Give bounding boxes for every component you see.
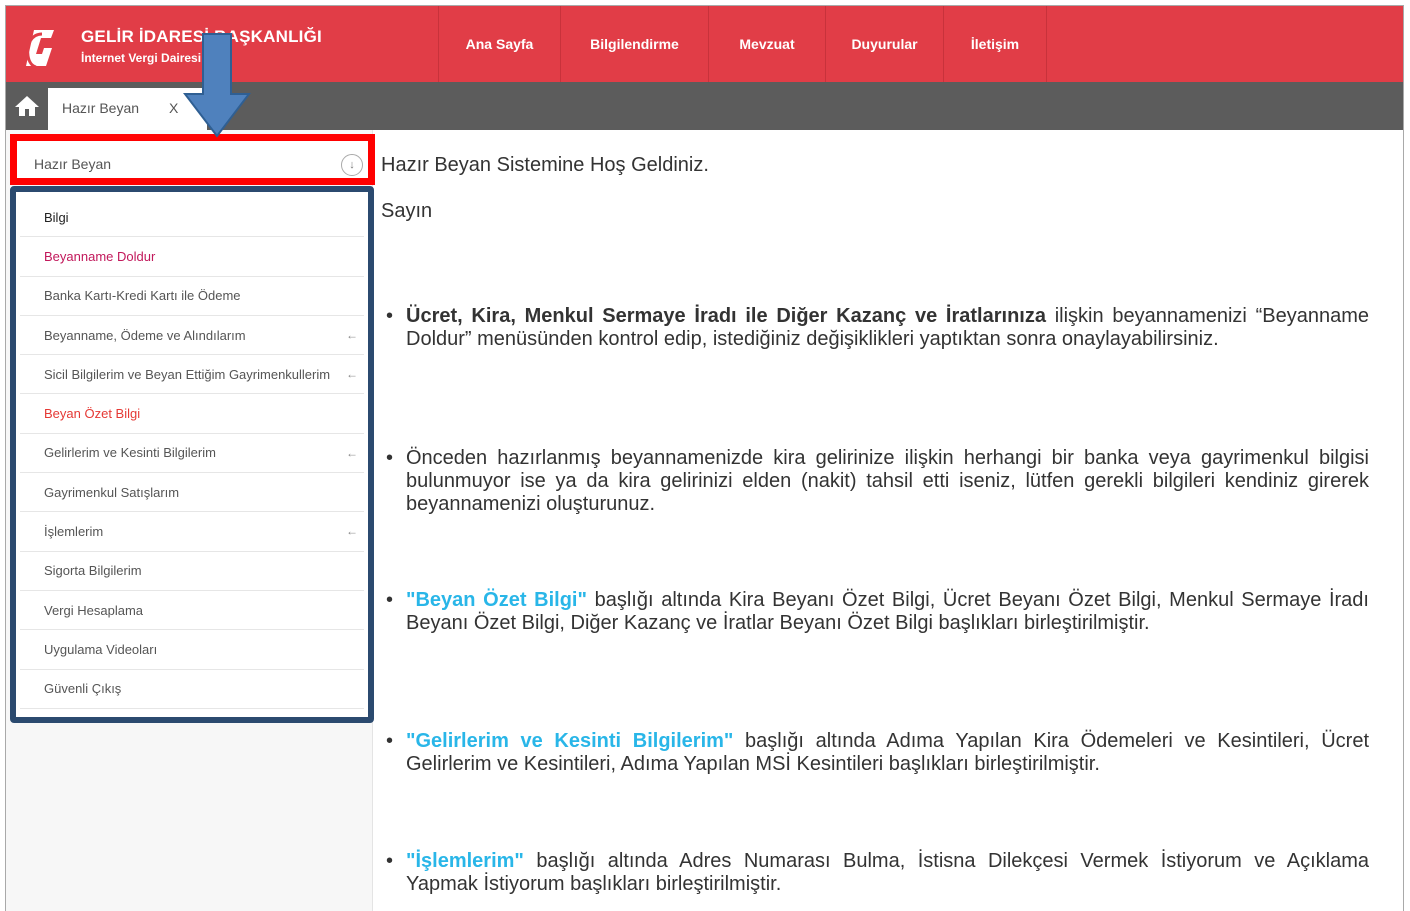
nav-mevzuat[interactable]: Mevzuat [708,6,825,82]
expand-arrow-icon[interactable]: ← [346,446,358,460]
bullet-text: başlığı altında Adres Numarası Bulma, İs… [406,850,1369,895]
expand-arrow-icon[interactable]: ← [346,524,358,538]
sidebar-item[interactable]: İşlemlerim ← [20,512,364,552]
sidebar-header-label: Hazır Beyan [34,156,112,172]
gelirlerim-link[interactable]: "Gelirlerim ve Kesinti Bilgilerim" [406,730,733,752]
sidebar-item-label: Sicil Bilgilerim ve Beyan Ettiğim Gayrim… [44,366,331,382]
browser-page: GELİR İDARESİ BAŞKANLIĞI İnternet Vergi … [5,5,1404,911]
tab-label: Hazır Beyan [62,100,140,116]
beyan-ozet-bilgi-link[interactable]: "Beyan Özet Bilgi" [406,589,587,611]
sidebar-item-label: Vergi Hesaplama [44,602,143,618]
sidebar-item[interactable]: Sicil Bilgilerim ve Beyan Ettiğim Gayrim… [20,355,364,395]
sidebar-item[interactable]: Gayrimenkul Satışlarım [20,473,364,513]
sidebar-item-label: Beyanname Doldur [44,248,156,264]
bullet-dot: • [386,305,394,327]
info-bullet-1: • Ücret, Kira, Menkul Sermaye İradı ile … [381,305,1369,351]
bullet-dot: • [386,447,394,469]
expand-arrow-icon[interactable]: ← [346,328,358,342]
sidebar-item[interactable]: Bilgi [20,198,364,238]
expand-arrow-icon[interactable]: ← [346,367,358,381]
info-bullet-4: • "Gelirlerim ve Kesinti Bilgilerim" baş… [381,730,1369,776]
home-icon [15,96,39,116]
islemlerim-link[interactable]: "İşlemlerim" [406,850,524,872]
sidebar-item-label: Gayrimenkul Satışlarım [44,484,180,500]
sidebar-item-label: Uygulama Videoları [44,641,158,657]
sidebar-item[interactable]: Gelirlerim ve Kesinti Bilgilerim ← [20,434,364,474]
nav-ana-sayfa[interactable]: Ana Sayfa [438,6,560,82]
bullet-dot: • [386,730,394,752]
tab-close-button[interactable]: X [169,100,178,116]
down-arrow-annotation-icon [183,33,251,138]
home-button[interactable] [6,82,48,130]
sidebar-item-label: Beyanname, Ödeme ve Alındılarım [44,327,246,343]
bullet-text: Önceden hazırlanmış beyannamenizde kira … [406,447,1369,515]
welcome-heading: Hazır Beyan Sistemine Hoş Geldiniz. [381,154,709,176]
sidebar-item[interactable]: Beyanname Doldur [20,237,364,277]
sidebar-item[interactable]: Sigorta Bilgilerim [20,552,364,591]
info-bullet-2: • Önceden hazırlanmış beyannamenizde kir… [381,447,1369,516]
bullet-dot: • [386,589,394,611]
sidebar-item-label: Beyan Özet Bilgi [44,406,141,422]
top-nav: Ana Sayfa Bilgilendirme Mevzuat Duyurula… [438,6,1047,82]
sidebar-item-label: Bilgi [44,209,69,225]
sidebar-item[interactable]: Beyanname, Ödeme ve Alındılarım ← [20,316,364,356]
nav-iletisim[interactable]: İletişim [943,6,1047,82]
sidebar-item[interactable]: Vergi Hesaplama [20,591,364,631]
sidebar: Hazır Beyan ↓ Bilgi Beyanname Doldur Banka… [6,130,375,911]
main-content: Hazır Beyan Sistemine Hoş Geldiniz. Sayı… [381,130,1371,911]
info-bullet-5: • "İşlemlerim" başlığı altında Adres Num… [381,850,1369,896]
sidebar-item[interactable]: Güvenli Çıkış [20,670,364,709]
sidebar-item[interactable]: Beyan Özet Bilgi [20,394,364,434]
sidebar-item-label: Gelirlerim ve Kesinti Bilgilerim [44,445,216,461]
bullet-dot: • [386,850,394,872]
sidebar-item-label: Sigorta Bilgilerim [44,563,142,579]
bullet-lead: Ücret, Kira, Menkul Sermaye İradı ile Di… [406,305,1046,327]
nav-bilgilendirme[interactable]: Bilgilendirme [560,6,708,82]
nav-duyurular[interactable]: Duyurular [825,6,943,82]
sidebar-item-label: Banka Kartı-Kredi Kartı ile Ödeme [44,288,241,304]
greeting-text: Sayın [381,200,433,222]
sidebar-item-label: İşlemlerim [44,524,104,540]
sidebar-item[interactable]: Uygulama Videoları [20,630,364,670]
sidebar-menu: Bilgi Beyanname Doldur Banka Kartı-Kredi K… [10,186,374,723]
info-bullet-3: • "Beyan Özet Bilgi" başlığı altında Kir… [381,589,1369,635]
collapse-arrow-icon[interactable]: ↓ [341,154,363,176]
gib-logo-icon[interactable] [20,26,60,70]
sidebar-item-label: Güvenli Çıkış [44,681,122,697]
sidebar-item[interactable]: Banka Kartı-Kredi Kartı ile Ödeme [20,277,364,316]
sidebar-header-highlight[interactable]: Hazır Beyan ↓ [10,134,375,185]
